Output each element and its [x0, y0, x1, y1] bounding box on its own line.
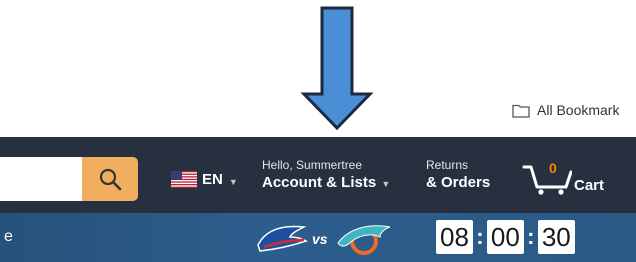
promo-banner[interactable]: e vs 08 : 00 : 30	[0, 213, 636, 262]
timer-seconds: 30	[537, 220, 575, 254]
timer-minutes: 00	[486, 220, 524, 254]
bookmarks-label: All Bookmark	[537, 102, 620, 118]
cart-count: 0	[549, 160, 557, 176]
cart-label: Cart	[574, 177, 605, 194]
cart-button[interactable]: 0 Cart	[522, 157, 612, 201]
screenshot: All Bookmark EN ▼ Hello, Summertree Acco…	[0, 0, 636, 262]
team-matchup: vs	[256, 219, 396, 257]
chevron-down-icon: ▼	[228, 176, 238, 187]
search-icon	[99, 168, 122, 191]
all-bookmarks-link[interactable]: All Bookmark	[512, 102, 619, 118]
orders-label: & Orders	[426, 174, 491, 191]
search-input[interactable]	[0, 157, 82, 201]
countdown-timer: 08 : 00 : 30	[436, 220, 575, 254]
folder-icon	[512, 104, 530, 118]
down-arrow-annotation-icon	[300, 6, 374, 130]
banner-text-fragment: e	[4, 228, 13, 245]
language-selector[interactable]: EN ▼	[171, 171, 238, 188]
bills-logo-icon	[257, 225, 308, 252]
dolphins-logo-icon	[337, 225, 391, 255]
timer-hours: 08	[436, 220, 473, 254]
chevron-down-icon: ▼	[381, 179, 391, 189]
top-nav-bar: EN ▼ Hello, Summertree Account & Lists ▼…	[0, 137, 636, 213]
account-lists-label: Account & Lists	[262, 174, 377, 191]
timer-separator: :	[527, 224, 535, 249]
timer-separator: :	[476, 224, 484, 249]
language-code: EN	[202, 171, 223, 188]
search-button[interactable]	[82, 157, 138, 201]
us-flag-icon	[171, 171, 197, 188]
returns-orders-link[interactable]: Returns & Orders	[426, 158, 490, 191]
account-greeting: Hello, Summertree	[262, 158, 363, 172]
vs-label: vs	[312, 231, 328, 247]
returns-label: Returns	[426, 158, 469, 172]
account-lists-menu[interactable]: Hello, Summertree Account & Lists ▼	[262, 158, 390, 191]
cart-icon	[522, 165, 572, 195]
